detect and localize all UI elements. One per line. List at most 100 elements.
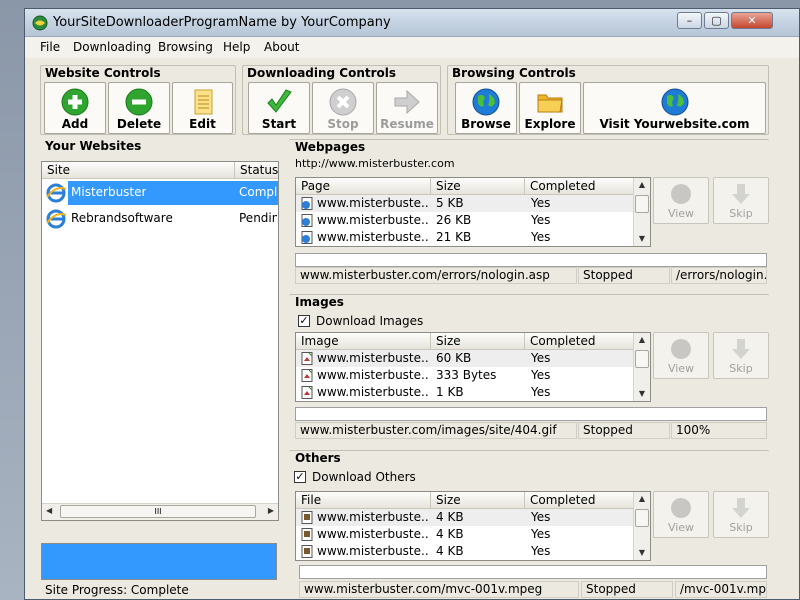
start-label: Start: [261, 117, 297, 131]
list-item[interactable]: www.misterbuste... 26 KB Yes: [296, 212, 635, 229]
column-header-size[interactable]: Size: [431, 178, 525, 195]
list-item[interactable]: www.misterbuste... 21 KB Yes: [296, 229, 635, 246]
scroll-right-arrow[interactable]: ▶: [268, 506, 274, 515]
list-item[interactable]: www.misterbuste... 60 KB Yes: [296, 350, 635, 367]
vertical-scrollbar[interactable]: ▲ ▼: [633, 178, 650, 246]
column-header-status[interactable]: Status: [235, 162, 278, 179]
menu-bar: File Downloading Browsing Help About: [25, 37, 799, 58]
list-item[interactable]: www.misterbuste... 333 Bytes Yes: [296, 367, 635, 384]
download-others-checkbox[interactable]: ✓: [294, 471, 306, 483]
webpages-view-button[interactable]: View: [653, 177, 709, 224]
window-title: YourSiteDownloaderProgramName by YourCom…: [53, 15, 391, 30]
minus-circle-icon: [125, 88, 153, 116]
start-button[interactable]: Start: [248, 82, 310, 134]
globe-icon: [671, 339, 691, 359]
website-row[interactable]: Misterbuster Compl: [42, 181, 278, 205]
column-header-completed[interactable]: Completed: [525, 492, 635, 509]
menu-about[interactable]: About: [264, 40, 299, 54]
item-size: 4 KB: [436, 544, 464, 558]
images-skip-button[interactable]: Skip: [713, 332, 769, 379]
download-images-checkbox[interactable]: ✓: [298, 315, 310, 327]
scroll-down-arrow[interactable]: ▼: [634, 232, 650, 246]
explore-button[interactable]: Explore: [519, 82, 581, 134]
menu-browsing[interactable]: Browsing: [158, 40, 213, 54]
webpages-title: Webpages: [295, 140, 366, 154]
scroll-down-arrow[interactable]: ▼: [634, 546, 650, 560]
notepad-icon: [194, 89, 212, 115]
skip-label: Skip: [729, 207, 753, 220]
menu-file[interactable]: File: [40, 40, 60, 54]
skip-arrow-icon: [732, 498, 750, 518]
column-header-page[interactable]: Page: [296, 178, 431, 195]
websites-list[interactable]: Site Status Misterbuster Compl Rebrandso…: [41, 161, 279, 521]
list-item[interactable]: www.misterbuste... 5 KB Yes: [296, 195, 635, 212]
resume-button[interactable]: Resume: [376, 82, 438, 134]
item-completed: Yes: [531, 368, 551, 382]
menu-help[interactable]: Help: [223, 40, 250, 54]
menu-downloading[interactable]: Downloading: [73, 40, 151, 54]
maximize-button[interactable]: ▢: [704, 12, 729, 29]
images-view-button[interactable]: View: [653, 332, 709, 379]
image-file-icon: [301, 386, 313, 399]
column-header-image[interactable]: Image: [296, 333, 431, 350]
column-header-completed[interactable]: Completed: [525, 178, 635, 195]
view-label: View: [667, 362, 695, 375]
delete-button[interactable]: Delete: [108, 82, 170, 134]
list-item[interactable]: www.misterbuste... 4 KB Yes: [296, 526, 635, 543]
others-progress-bar: [299, 565, 767, 579]
list-item[interactable]: www.misterbuste... 4 KB Yes: [296, 509, 635, 526]
column-header-completed[interactable]: Completed: [525, 333, 635, 350]
download-others-label[interactable]: Download Others: [312, 470, 416, 484]
scroll-left-arrow[interactable]: ◀: [46, 506, 52, 515]
plus-circle-icon: [61, 88, 89, 116]
others-view-button[interactable]: View: [653, 491, 709, 538]
checkmark-icon: [267, 89, 292, 113]
edit-button[interactable]: Edit: [172, 82, 233, 134]
scroll-down-arrow[interactable]: ▼: [634, 387, 650, 401]
column-header-file[interactable]: File: [296, 492, 431, 509]
download-images-label[interactable]: Download Images: [316, 314, 423, 328]
column-header-site[interactable]: Site: [42, 162, 235, 179]
skip-label: Skip: [729, 362, 753, 375]
browse-button[interactable]: Browse: [455, 82, 517, 134]
scroll-thumb[interactable]: [635, 350, 649, 368]
column-header-size[interactable]: Size: [431, 492, 525, 509]
webpages-skip-button[interactable]: Skip: [713, 177, 769, 224]
vertical-scrollbar[interactable]: ▲ ▼: [633, 492, 650, 560]
site-status: Pendin: [239, 211, 277, 225]
website-row[interactable]: Rebrandsoftware Pendin: [42, 207, 278, 231]
skip-label: Skip: [729, 521, 753, 534]
scroll-up-arrow[interactable]: ▲: [634, 492, 650, 506]
scroll-thumb[interactable]: [635, 509, 649, 527]
others-status-url: www.misterbuster.com/mvc-001v.mpeg: [299, 581, 579, 598]
image-file-icon: [301, 369, 313, 382]
horizontal-scrollbar[interactable]: ◀ III ▶: [42, 503, 278, 520]
item-completed: Yes: [531, 230, 551, 244]
others-skip-button[interactable]: Skip: [713, 491, 769, 538]
visit-website-button[interactable]: Visit Yourwebsite.com: [583, 82, 766, 134]
site-name: Misterbuster: [71, 185, 147, 199]
column-header-size[interactable]: Size: [431, 333, 525, 350]
stop-button[interactable]: Stop: [312, 82, 374, 134]
minimize-button[interactable]: –: [677, 12, 702, 29]
scroll-up-arrow[interactable]: ▲: [634, 178, 650, 192]
title-bar[interactable]: YourSiteDownloaderProgramName by YourCom…: [25, 9, 799, 37]
explore-label: Explore: [524, 117, 576, 131]
vertical-scrollbar[interactable]: ▲ ▼: [633, 333, 650, 401]
images-list[interactable]: Image Size Completed www.misterbuste... 6…: [295, 332, 651, 402]
your-websites-title: Your Websites: [45, 139, 142, 153]
item-size: 26 KB: [436, 213, 472, 227]
others-list[interactable]: File Size Completed www.misterbuste... 4 …: [295, 491, 651, 561]
webpages-list[interactable]: Page Size Completed www.misterbuste... 5 …: [295, 177, 651, 247]
list-item[interactable]: www.misterbuste... 4 KB Yes: [296, 543, 635, 560]
images-title: Images: [295, 295, 344, 309]
list-item[interactable]: www.misterbuste... 1 KB Yes: [296, 384, 635, 401]
scroll-thumb[interactable]: III: [60, 505, 256, 518]
scroll-thumb[interactable]: [635, 195, 649, 213]
add-button[interactable]: Add: [44, 82, 106, 134]
close-button[interactable]: ✕: [731, 12, 773, 29]
item-size: 60 KB: [436, 351, 472, 365]
scroll-up-arrow[interactable]: ▲: [634, 333, 650, 347]
web-page-icon: [301, 197, 313, 210]
globe-icon: [671, 184, 691, 204]
